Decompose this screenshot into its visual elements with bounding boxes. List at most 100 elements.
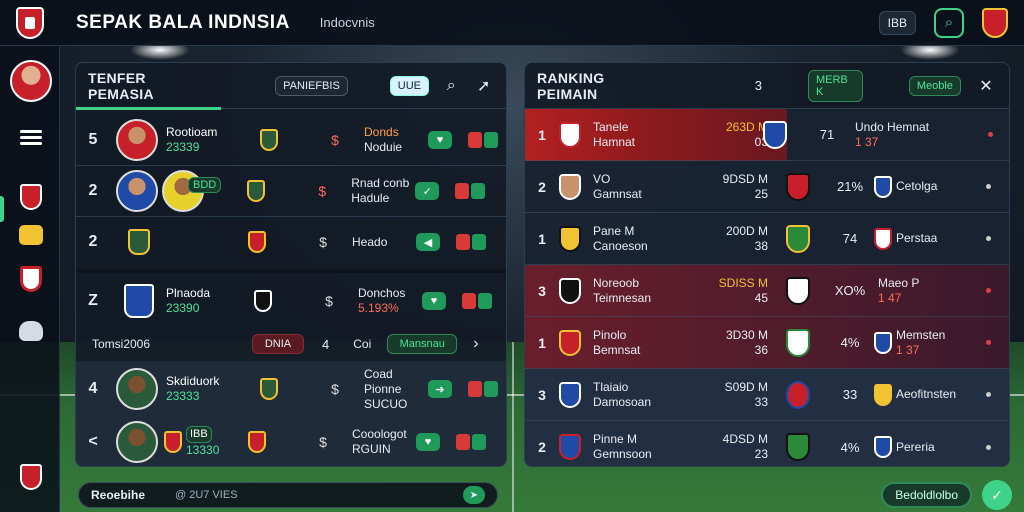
club-crest-icon (874, 436, 892, 458)
team-crest-icon (559, 121, 581, 148)
team-info: Tanele Hamnat (593, 120, 708, 150)
rank-detail-bottom: 1 47 (878, 290, 902, 305)
team-name: Pane M (593, 223, 635, 238)
reject-button[interactable] (468, 381, 482, 397)
transfer-row[interactable]: 2 $ Heado ◀ (76, 217, 506, 267)
app-logo[interactable] (16, 6, 44, 39)
reject-button[interactable] (455, 183, 470, 199)
price-bottom: SUCUO (364, 396, 408, 411)
sidebar-item-skull[interactable] (18, 320, 44, 342)
confirm-button[interactable] (484, 132, 498, 148)
transfer-row[interactable]: 4 Skdiduork 23333 $ Coad Pionne SUCUO ➜ (76, 361, 506, 417)
team-sub: Hamnat (593, 134, 636, 149)
team-info: VO Gamnsat (593, 172, 708, 202)
ranking-row[interactable]: 1 Tanele Hamnat 263D M 03 (525, 109, 787, 161)
confirm-button[interactable] (472, 434, 486, 450)
filter-chip[interactable]: MERB K (807, 69, 863, 102)
reject-button[interactable] (456, 234, 470, 250)
ranking-row-extra[interactable]: 71 Undo Hemnat 1 37 (763, 109, 1009, 161)
confirm-button[interactable] (471, 183, 486, 199)
rank-pct: 74 (842, 231, 858, 246)
transfer-row[interactable]: 5 Rootioam 23339 $ Donds Noduie ♥ (76, 115, 506, 165)
status-dot (986, 444, 991, 450)
team-sub: Gamnsat (593, 186, 642, 201)
search-icon[interactable]: ⌕ (934, 7, 964, 38)
accept-button[interactable]: ♥ (428, 131, 452, 149)
region-label[interactable]: Indocvnis (320, 15, 375, 30)
ranking-row[interactable]: 3 Noreoob Teimnesan SDISS M 45 XO% Maeo P1… (525, 265, 1009, 317)
topbar-chip[interactable]: IBB (878, 10, 916, 35)
price-top: Rnad conb (351, 176, 410, 190)
bottom-input[interactable]: Reoebihe @ 2U7 VIES ➤ (78, 482, 498, 508)
sidebar-item-team[interactable] (18, 464, 44, 490)
accept-button[interactable]: ♥ (416, 433, 440, 451)
avatar[interactable] (10, 60, 52, 102)
send-icon[interactable]: ➤ (463, 486, 485, 504)
player-info: IBB 13330 (186, 426, 248, 458)
transfer-row[interactable]: < IBB 13330 $ Cooologot RGUIN ♥ (76, 417, 506, 466)
subbar-tag[interactable]: DNIA (252, 334, 304, 354)
rank-detail: Memsten 1 37 (896, 328, 945, 358)
row-number: 2 (88, 233, 98, 250)
accept-button[interactable]: ◀ (416, 233, 440, 251)
ranking-row[interactable]: 1 Pane M Canoeson 200D M 38 74 Perstaa (525, 213, 1009, 265)
status-dot (986, 288, 991, 293)
score-top: S09D M (724, 379, 768, 394)
tab-underline (76, 107, 221, 110)
badge-chip[interactable]: UUE (389, 75, 430, 96)
club-crest-icon[interactable] (982, 7, 1008, 38)
reject-button[interactable] (468, 132, 482, 148)
subbar-num: 4 (322, 336, 330, 352)
dollar-icon: $ (319, 434, 327, 450)
accept-button[interactable]: ✓ (415, 182, 440, 200)
rank-detail-top: Memsten (896, 327, 946, 342)
transfer-row[interactable]: Z Plnaoda 23390 $ Donchos 5.193% ♥ (76, 275, 506, 327)
chevron-right-icon[interactable]: › (473, 335, 478, 353)
player-value: 23333 (166, 389, 200, 403)
skull-icon (19, 321, 43, 341)
menu-icon[interactable] (18, 126, 44, 148)
club-crest-icon (247, 180, 266, 202)
bottom-pill-button[interactable]: Bedoldlolbo (881, 482, 972, 508)
search-icon[interactable]: ⌕ (441, 74, 461, 98)
team-score: 263D M 03 (708, 120, 768, 150)
accept-button[interactable]: ♥ (422, 292, 446, 310)
score-top: 200D M (725, 223, 768, 238)
row-number: Z (88, 292, 98, 309)
status-dot (986, 392, 991, 397)
close-icon[interactable]: ✕ (975, 74, 997, 98)
team-crest-icon (559, 381, 581, 408)
confirm-icon[interactable]: ✓ (982, 480, 1012, 510)
transfer-row[interactable]: 2 BDD $ Rnad conb Hadule ✓ (76, 166, 506, 216)
rank-detail-bottom: 1 37 (896, 342, 920, 357)
sidebar-item-club[interactable] (18, 184, 44, 210)
sidebar-item-wallet[interactable] (18, 224, 44, 246)
team-name: Pinne M (593, 432, 638, 446)
confirm-button[interactable] (484, 381, 498, 397)
sidebar-item-shield[interactable] (18, 266, 44, 292)
rank-detail-top: Undo Hemnat (855, 119, 930, 134)
reject-button[interactable] (462, 293, 476, 309)
team-crest-icon (559, 225, 581, 252)
ranking-row[interactable]: 2 Pinne M Gemnsoon 4DSD M 23 4% Pereria (525, 421, 1009, 466)
ranking-row[interactable]: 3 Tlaiaio Damosoan S09D M 33 33 Aeofitnste… (525, 369, 1009, 421)
club-crest-icon (786, 224, 810, 253)
reject-button[interactable] (456, 434, 470, 450)
confirm-button[interactable] (472, 234, 486, 250)
confirm-button[interactable] (478, 293, 492, 309)
ranking-row[interactable]: 2 VO Gamnsat 9DSD M 25 21% Cetolga (525, 161, 1009, 213)
player-name: Plnaoda (166, 286, 211, 300)
subbar-action-button[interactable]: Mansnau (387, 334, 458, 354)
sort-chip[interactable]: Meoble (908, 75, 961, 96)
share-icon[interactable]: ➚ (474, 74, 494, 98)
row-number: < (88, 433, 98, 450)
filter-chip[interactable]: PANIEFBIS (275, 75, 348, 96)
ranking-row[interactable]: 1 Pinolo Bemnsat 3D30 M 36 4% Memsten 1 37 (525, 317, 1009, 369)
price-bottom: RGUIN (352, 442, 391, 456)
filter-subbar: Tomsi2006 DNIA 4 Coi Mansnau › (76, 331, 506, 357)
player-info: Skdiduork 23333 (166, 374, 256, 404)
status-dot (988, 132, 993, 137)
accept-button[interactable]: ➜ (428, 380, 452, 398)
score-bottom: 38 (754, 238, 768, 253)
price-info: Donds Noduie (364, 125, 428, 155)
